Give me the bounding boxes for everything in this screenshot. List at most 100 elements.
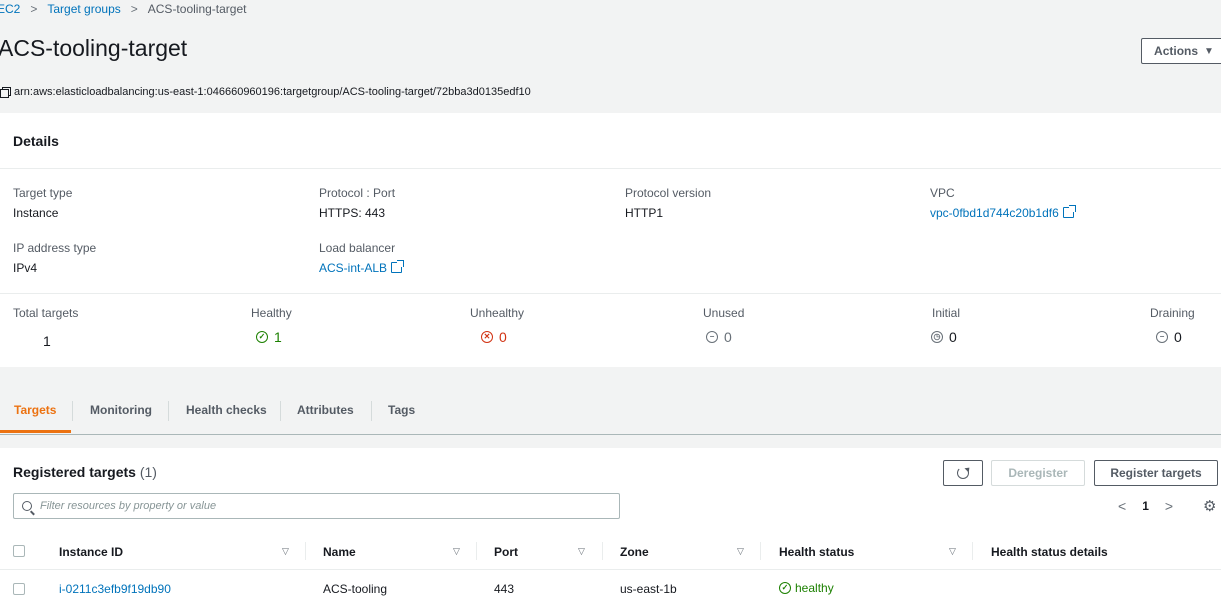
- refresh-icon: [957, 467, 969, 479]
- protocol-version-value: HTTP1: [625, 206, 664, 220]
- minus-circle-icon: −: [706, 331, 718, 343]
- tab-divider: [72, 401, 73, 421]
- draining-value: 0: [1174, 329, 1182, 345]
- active-tab-indicator: [0, 430, 71, 433]
- col-health-status-details[interactable]: Health status details: [991, 545, 1108, 559]
- page-title: ACS-tooling-target: [0, 35, 188, 61]
- health-status-text: healthy: [795, 581, 834, 595]
- tab-tags[interactable]: Tags: [388, 403, 415, 417]
- tab-targets[interactable]: Targets: [14, 403, 56, 417]
- external-link-icon[interactable]: [391, 260, 405, 273]
- ip-type-value: IPv4: [13, 261, 38, 275]
- breadcrumb: EC2 > Target groups > ACS-tooling-target: [0, 2, 246, 16]
- lb-value: ACS-int-ALB: [319, 260, 405, 275]
- external-link-icon[interactable]: [1062, 205, 1076, 218]
- registered-targets-panel: Registered targets (1) Deregister Regist…: [0, 448, 1221, 599]
- page-number[interactable]: 1: [1142, 499, 1149, 513]
- caret-down-icon: ▼: [1204, 45, 1214, 57]
- chevron-right-icon[interactable]: >: [1165, 498, 1173, 514]
- tabs-bar: Targets Monitoring Health checks Attribu…: [0, 367, 1221, 435]
- gear-icon[interactable]: ⚙: [1203, 497, 1216, 515]
- check-circle-icon: ✓: [779, 582, 791, 594]
- chevron-right-icon: >: [30, 2, 38, 16]
- cell-zone: us-east-1b: [620, 582, 677, 596]
- col-port[interactable]: Port: [494, 545, 518, 559]
- deregister-button[interactable]: Deregister: [991, 460, 1085, 486]
- col-divider: [305, 542, 306, 560]
- unhealthy-label: Unhealthy: [470, 306, 525, 320]
- details-title: Details: [13, 133, 59, 149]
- healthy-label: Healthy: [251, 306, 292, 320]
- target-type-value: Instance: [13, 206, 59, 220]
- protocol-version-label: Protocol version: [625, 186, 712, 200]
- minus-circle-icon: −: [1156, 331, 1168, 343]
- sort-icon[interactable]: ▽: [453, 546, 460, 557]
- col-health-status[interactable]: Health status: [779, 545, 854, 559]
- cell-health-status: ✓ healthy: [779, 581, 834, 595]
- sort-icon[interactable]: ▽: [282, 546, 289, 557]
- col-name[interactable]: Name: [323, 545, 356, 559]
- table-header: Instance ID ▽ Name ▽ Port ▽ Zone ▽ Healt…: [0, 532, 1221, 570]
- register-targets-button[interactable]: Register targets: [1094, 460, 1218, 486]
- vpc-value: vpc-0fbd1d744c20b1df6: [930, 205, 1076, 220]
- vpc-label: VPC: [930, 186, 955, 200]
- draining-label: Draining: [1150, 306, 1195, 320]
- breadcrumb-target-groups[interactable]: Target groups: [47, 2, 120, 16]
- tab-health-checks[interactable]: Health checks: [186, 403, 267, 417]
- col-divider: [476, 542, 477, 560]
- clock-icon: ◷: [931, 331, 943, 343]
- select-all-checkbox[interactable]: [13, 545, 25, 557]
- unhealthy-count: ✕ 0: [481, 329, 507, 345]
- unused-value: 0: [724, 329, 732, 345]
- actions-label: Actions: [1154, 44, 1199, 58]
- cell-name: ACS-tooling: [323, 582, 388, 596]
- lb-label: Load balancer: [319, 241, 396, 255]
- arn-row: arn:aws:elasticloadbalancing:us-east-1:0…: [0, 86, 531, 98]
- initial-label: Initial: [932, 306, 961, 320]
- registered-count: (1): [139, 464, 157, 480]
- refresh-button[interactable]: [943, 460, 983, 486]
- protocol-port-value: HTTPS: 443: [319, 206, 386, 220]
- total-targets-value: 1: [43, 333, 51, 349]
- row-checkbox[interactable]: [13, 583, 25, 595]
- copy-icon[interactable]: [0, 87, 11, 98]
- total-targets-label: Total targets: [13, 306, 79, 320]
- arn-text: arn:aws:elasticloadbalancing:us-east-1:0…: [14, 86, 531, 98]
- initial-count: ◷ 0: [931, 329, 957, 345]
- check-circle-icon: ✓: [256, 331, 268, 343]
- breadcrumb-ec2[interactable]: EC2: [0, 2, 20, 16]
- unused-count: − 0: [706, 329, 732, 345]
- col-divider: [972, 542, 973, 560]
- registered-targets-title: Registered targets (1): [13, 464, 157, 480]
- filter-input[interactable]: [40, 500, 600, 512]
- breadcrumb-current: ACS-tooling-target: [147, 2, 247, 16]
- cell-port: 443: [494, 582, 515, 596]
- chevron-left-icon[interactable]: <: [1118, 498, 1126, 514]
- registered-title-text: Registered targets: [13, 464, 136, 480]
- col-instance-id[interactable]: Instance ID: [59, 545, 123, 559]
- target-type-label: Target type: [13, 186, 73, 200]
- tab-attributes[interactable]: Attributes: [297, 403, 354, 417]
- vpc-link[interactable]: vpc-0fbd1d744c20b1df6: [930, 206, 1059, 220]
- initial-value: 0: [949, 329, 957, 345]
- healthy-value: 1: [274, 329, 282, 345]
- sort-icon[interactable]: ▽: [737, 546, 744, 557]
- lb-link[interactable]: ACS-int-ALB: [319, 261, 387, 275]
- sort-icon[interactable]: ▽: [578, 546, 585, 557]
- sort-icon[interactable]: ▽: [949, 546, 956, 557]
- pagination: < 1 >: [1118, 498, 1173, 514]
- tab-monitoring[interactable]: Monitoring: [90, 403, 152, 417]
- chevron-right-icon: >: [130, 2, 138, 16]
- protocol-port-label: Protocol : Port: [319, 186, 396, 200]
- col-zone[interactable]: Zone: [620, 545, 649, 559]
- tab-divider: [168, 401, 169, 421]
- summary-divider: [0, 293, 1221, 294]
- x-circle-icon: ✕: [481, 331, 493, 343]
- draining-count: − 0: [1156, 329, 1182, 345]
- healthy-count: ✓ 1: [256, 329, 282, 345]
- tab-divider: [280, 401, 281, 421]
- actions-button[interactable]: Actions ▼: [1141, 38, 1221, 64]
- col-divider: [760, 542, 761, 560]
- details-panel: Details Target type Instance Protocol : …: [0, 113, 1221, 367]
- instance-id-link[interactable]: i-0211c3efb9f19db90: [59, 582, 171, 596]
